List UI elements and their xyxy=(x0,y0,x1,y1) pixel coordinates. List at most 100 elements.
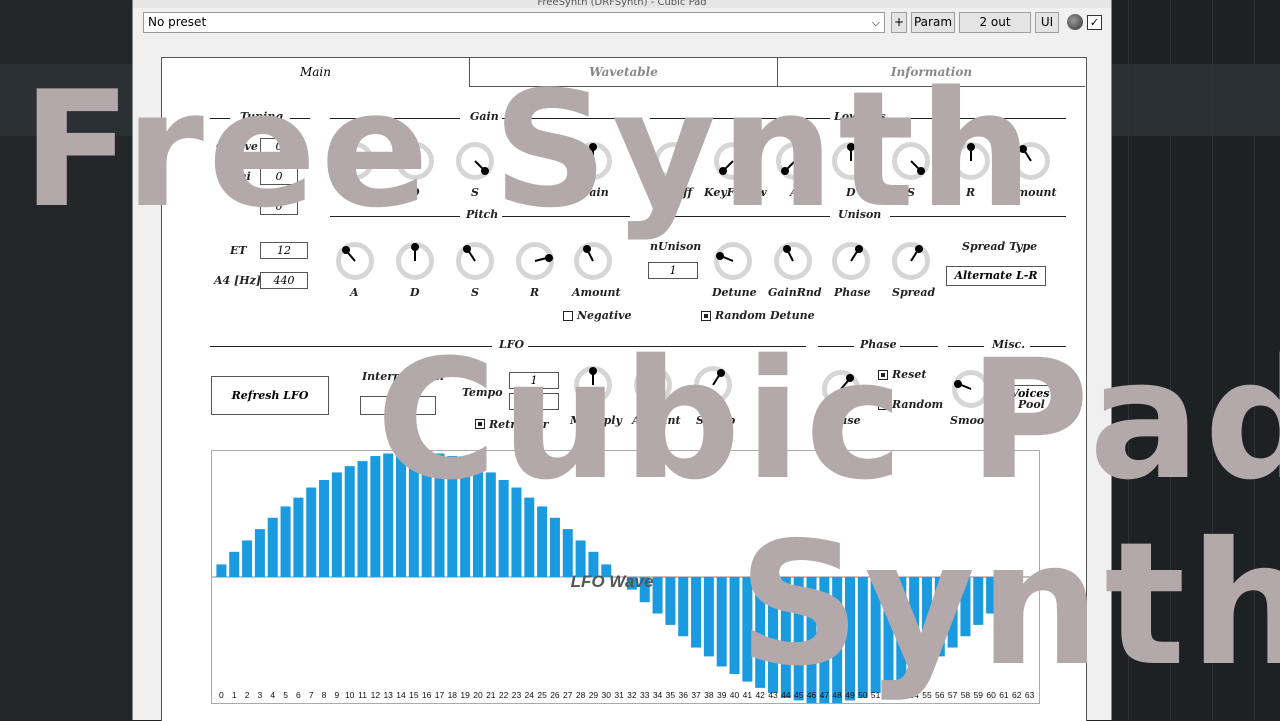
lfo-tick-label: 36 xyxy=(678,690,688,700)
lfo-tick-label: 37 xyxy=(691,690,701,700)
lfo-tick-label: 38 xyxy=(704,690,714,700)
lfo-tick-label: 35 xyxy=(666,690,676,700)
a4-field[interactable]: 440 xyxy=(260,272,308,289)
chevron-down-icon: ⌵ xyxy=(872,13,880,32)
gainrnd-label: GainRnd xyxy=(768,286,822,299)
lfo-bar[interactable] xyxy=(550,518,560,577)
overlay-title-line3: Synth xyxy=(738,520,1280,690)
add-preset-button[interactable]: + xyxy=(891,12,907,33)
lfo-tick-label: 27 xyxy=(563,690,573,700)
lfo-tick-label: 25 xyxy=(537,690,547,700)
lfo-bar[interactable] xyxy=(537,506,547,577)
lfo-bar[interactable] xyxy=(242,540,252,577)
pitch-amount-knob[interactable] xyxy=(574,242,612,280)
pitch-release-knob[interactable] xyxy=(516,242,554,280)
lfo-tick-label: 7 xyxy=(309,690,314,700)
lfo-tick-label: 33 xyxy=(640,690,650,700)
spread-knob[interactable] xyxy=(892,242,930,280)
lfo-tick-label: 11 xyxy=(358,690,367,700)
lfo-bar[interactable] xyxy=(358,461,368,577)
output-button[interactable]: 2 out xyxy=(959,12,1031,33)
a4-label: A4 [Hz] xyxy=(214,274,261,287)
lfo-bar[interactable] xyxy=(255,529,265,577)
unison-phase-knob[interactable] xyxy=(832,242,870,280)
lfo-tick-label: 32 xyxy=(627,690,637,700)
lfo-tick-label: 29 xyxy=(589,690,599,700)
lfo-tick-label: 22 xyxy=(499,690,509,700)
ui-button[interactable]: UI xyxy=(1035,12,1059,33)
lfo-bar[interactable] xyxy=(717,577,727,666)
lfo-tick-label: 3 xyxy=(258,690,263,700)
et-label: ET xyxy=(230,244,247,257)
negative-checkbox[interactable] xyxy=(563,311,573,321)
negative-label: Negative xyxy=(577,309,632,322)
detune-knob[interactable] xyxy=(714,242,752,280)
volume-knob-icon[interactable] xyxy=(1067,14,1083,30)
lfo-tick-label: 24 xyxy=(525,690,535,700)
enable-checkbox[interactable]: ✓ xyxy=(1087,15,1102,30)
lfo-tick-label: 23 xyxy=(512,690,522,700)
lfo-tick-label: 12 xyxy=(371,690,381,700)
random-detune-checkbox[interactable] xyxy=(701,311,711,321)
lfo-tick-label: 10 xyxy=(345,690,355,700)
lfo-tick-label: 16 xyxy=(422,690,432,700)
pitch-sustain-label: S xyxy=(471,286,479,299)
lfo-tick-label: 17 xyxy=(435,690,445,700)
lfo-tick-label: 14 xyxy=(396,690,406,700)
lfo-tick-label: 30 xyxy=(602,690,612,700)
pitch-attack-label: A xyxy=(350,286,359,299)
lfo-tick-label: 21 xyxy=(486,690,496,700)
lfo-tick-label: 9 xyxy=(335,690,340,700)
lfo-bar[interactable] xyxy=(306,488,316,577)
spread-label: Spread xyxy=(892,286,935,299)
gainrnd-knob[interactable] xyxy=(774,242,812,280)
lfo-bar[interactable] xyxy=(678,577,688,636)
window-title-bar[interactable]: FreeSynth (DRFSynth) - Cubic Pad xyxy=(133,0,1111,8)
pitch-release-label: R xyxy=(530,286,539,299)
lfo-bar[interactable] xyxy=(281,506,291,577)
lfo-bar[interactable] xyxy=(345,466,355,577)
pitch-amount-label: Amount xyxy=(572,286,621,299)
spread-type-select[interactable]: Alternate L-R xyxy=(946,266,1046,286)
pitch-decay-knob[interactable] xyxy=(396,242,434,280)
lfo-tick-label: 5 xyxy=(283,690,288,700)
lfo-tick-label: 18 xyxy=(448,690,458,700)
lfo-tick-label: 31 xyxy=(614,690,624,700)
preset-select[interactable]: No preset ⌵ xyxy=(143,12,885,33)
lfo-bar[interactable] xyxy=(268,518,278,577)
lfo-bar[interactable] xyxy=(704,577,714,656)
lfo-tick-label: 20 xyxy=(473,690,483,700)
lfo-bar[interactable] xyxy=(319,480,329,577)
pitch-decay-label: D xyxy=(410,286,420,299)
lfo-bar[interactable] xyxy=(216,564,226,577)
unison-phase-label: Phase xyxy=(834,286,871,299)
window-title: FreeSynth (DRFSynth) - Cubic Pad xyxy=(537,0,706,8)
lfo-bar[interactable] xyxy=(293,498,303,577)
lfo-tick-label: 1 xyxy=(232,690,237,700)
refresh-lfo-button[interactable]: Refresh LFO xyxy=(211,376,329,415)
overlay-title-line1: Free Synth xyxy=(22,70,1037,230)
lfo-tick-label: 19 xyxy=(460,690,470,700)
lfo-tick-label: 0 xyxy=(219,690,224,700)
lfo-tick-label: 34 xyxy=(653,690,663,700)
param-button[interactable]: Param xyxy=(911,12,955,33)
lfo-bar[interactable] xyxy=(229,552,239,577)
lfo-bar[interactable] xyxy=(691,577,701,648)
lfo-bar[interactable] xyxy=(332,472,342,577)
nunison-field[interactable]: 1 xyxy=(648,262,698,279)
lfo-wave-title: LFO Wave xyxy=(571,572,654,591)
lfo-bar[interactable] xyxy=(563,529,573,577)
lfo-tick-label: 26 xyxy=(550,690,560,700)
pitch-sustain-knob[interactable] xyxy=(456,242,494,280)
lfo-tick-label: 13 xyxy=(383,690,393,700)
random-detune-label: Random Detune xyxy=(715,309,815,322)
lfo-bar[interactable] xyxy=(653,577,663,614)
pitch-attack-knob[interactable] xyxy=(336,242,374,280)
overlay-title-line2: Cubic Pad xyxy=(376,338,1280,503)
lfo-bar[interactable] xyxy=(665,577,675,625)
lfo-tick-label: 8 xyxy=(322,690,327,700)
detune-label: Detune xyxy=(712,286,757,299)
lfo-tick-label: 28 xyxy=(576,690,586,700)
lfo-tick-label: 4 xyxy=(270,690,275,700)
et-field[interactable]: 12 xyxy=(260,242,308,259)
